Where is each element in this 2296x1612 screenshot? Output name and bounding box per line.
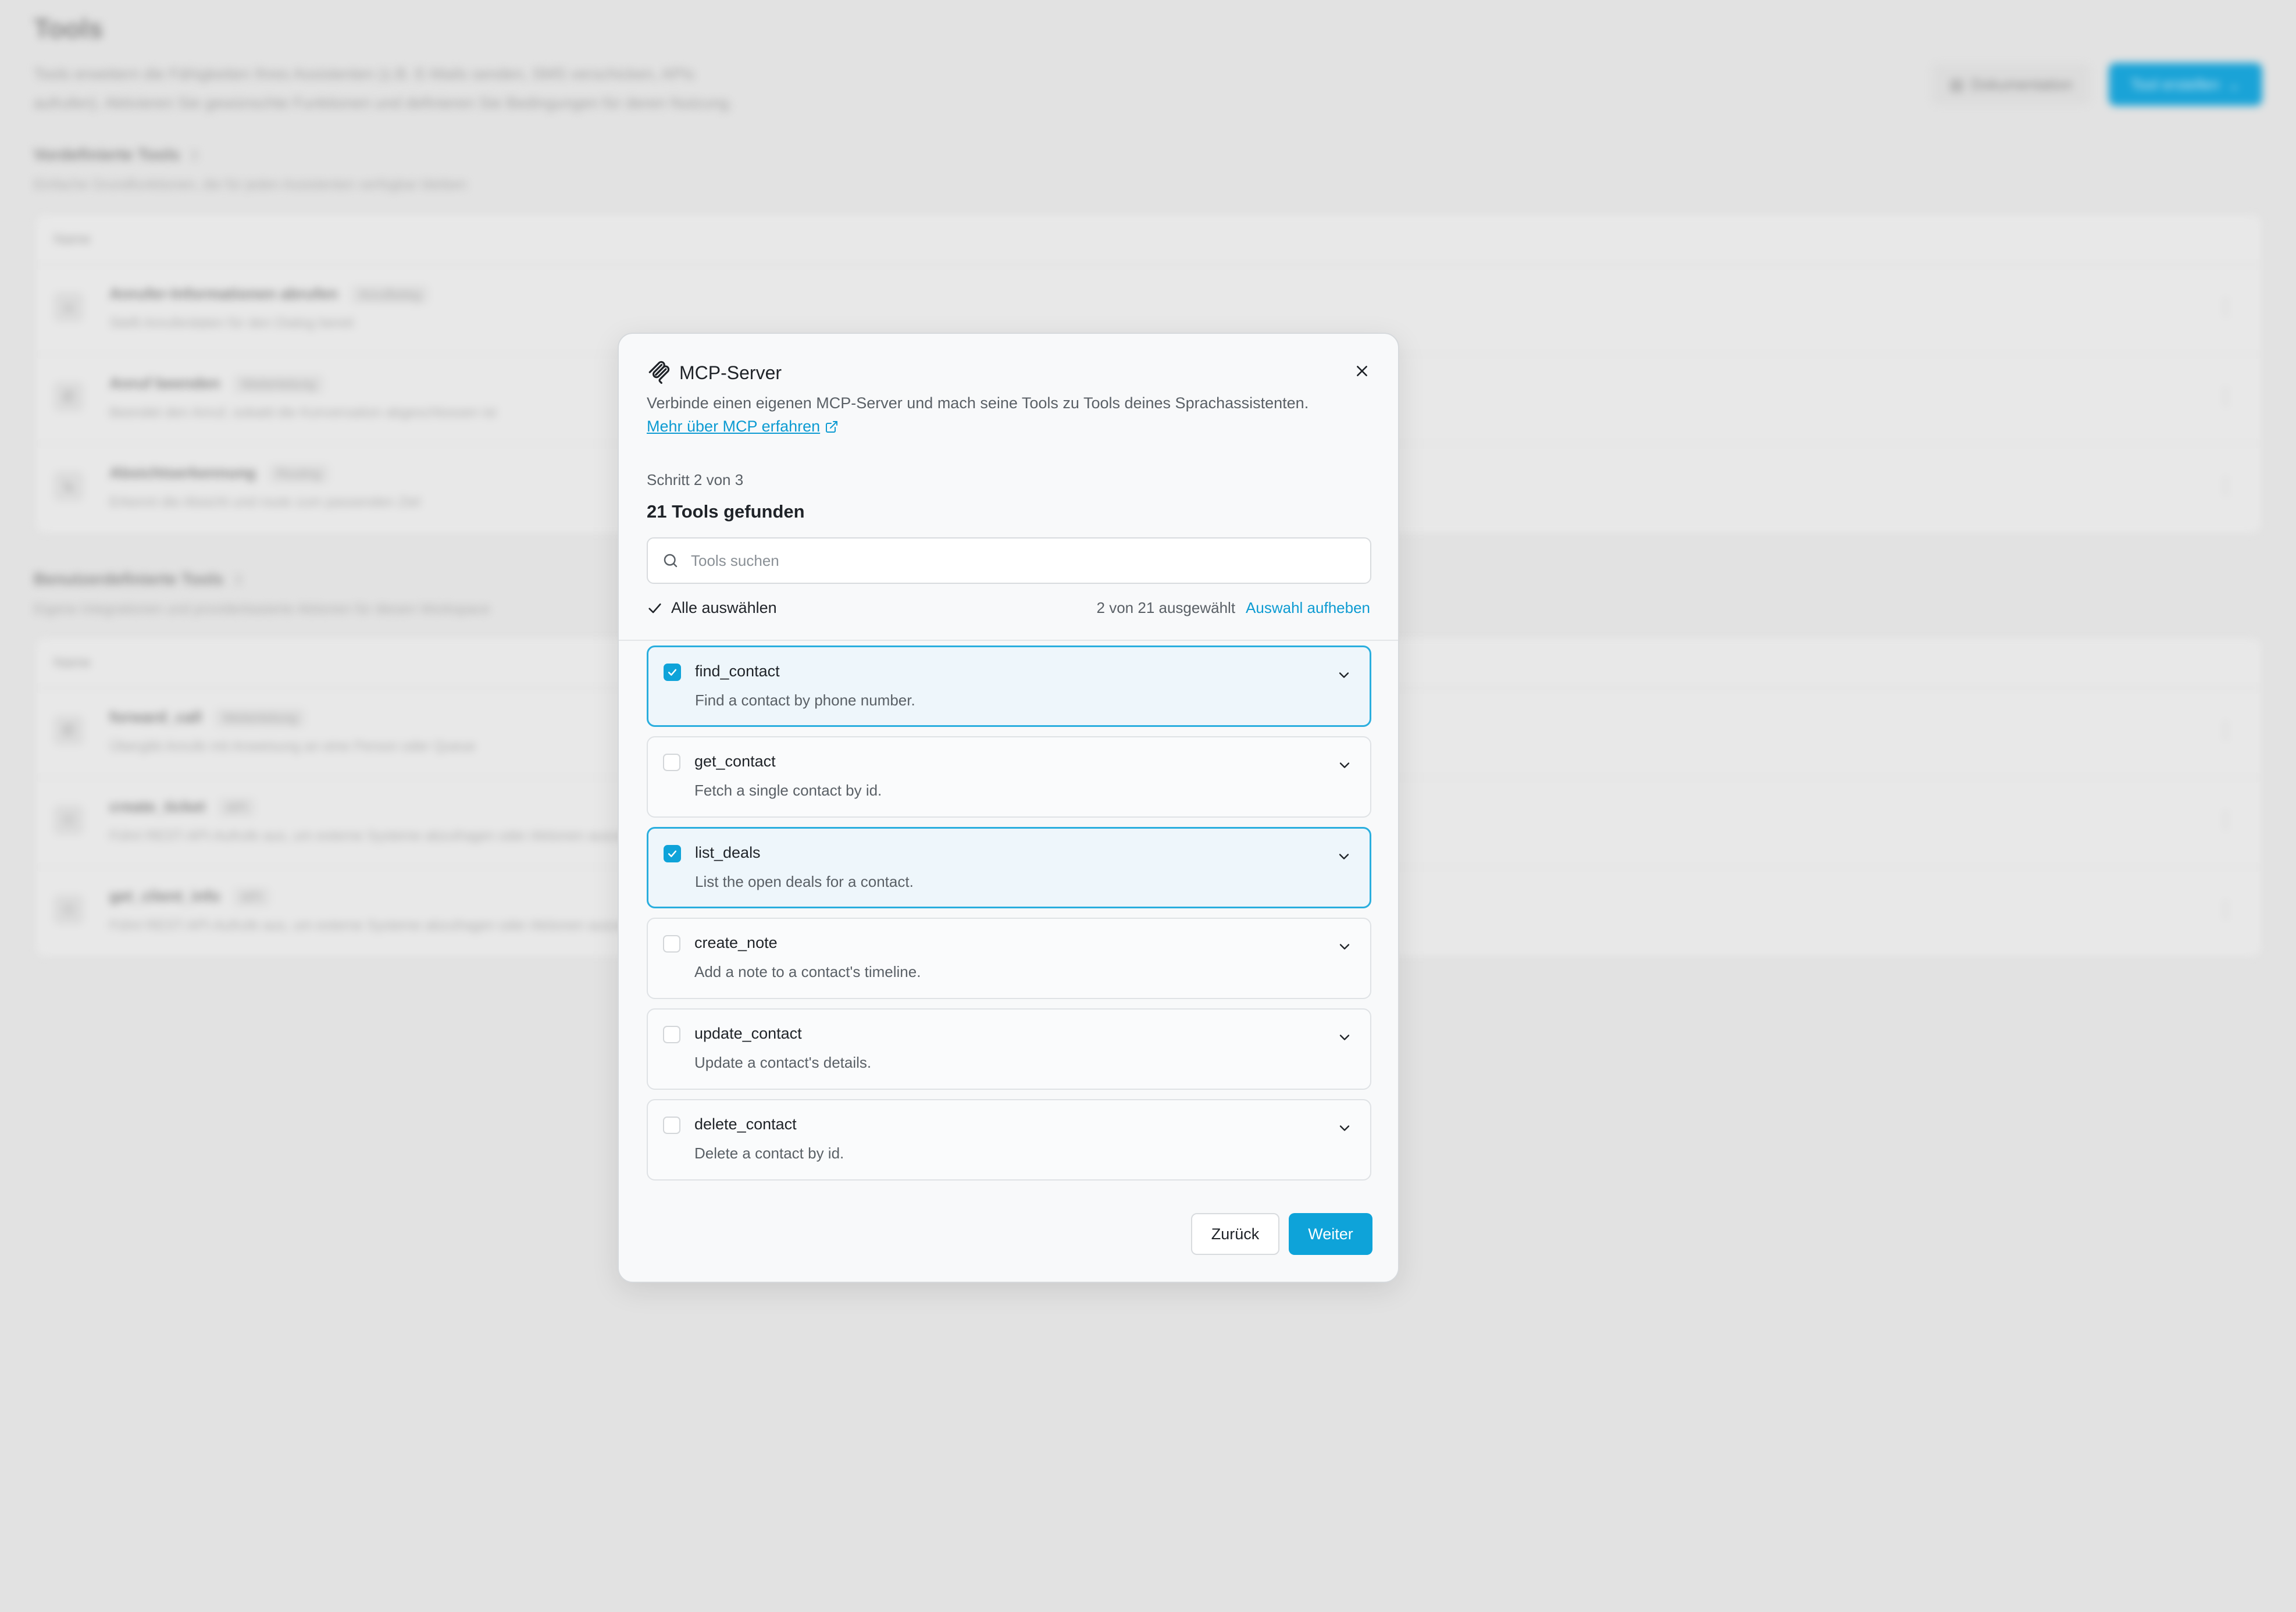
- chevron-down-icon[interactable]: [1336, 757, 1353, 773]
- tool-name: update_contact: [694, 1025, 802, 1042]
- tool-list: find_contact Find a contact by phone num…: [647, 645, 1371, 1190]
- tool-description: Update a contact's details.: [694, 1054, 872, 1071]
- tool-name: find_contact: [695, 662, 780, 680]
- tool-checkbox[interactable]: [663, 754, 680, 771]
- page-intro: Tools erweitern die Fähigkeiten Ihres As…: [34, 65, 733, 112]
- tool-name: get_contact: [694, 752, 776, 770]
- tool-item-find_contact[interactable]: find_contact Find a contact by phone num…: [647, 645, 1371, 727]
- book-icon: ▤: [1949, 75, 1964, 93]
- tool-checkbox[interactable]: [663, 935, 680, 953]
- tools-found-heading: 21 Tools gefunden: [647, 501, 805, 522]
- tool-search[interactable]: [647, 537, 1371, 584]
- tool-checkbox[interactable]: [664, 845, 681, 862]
- search-icon: [664, 554, 678, 568]
- selection-count: 2 von 21 ausgewählt: [1096, 599, 1236, 616]
- chevron-down-icon: ⌄: [2227, 75, 2241, 93]
- user-icon: ☺: [54, 292, 84, 322]
- dialog-header: MCP-Server: [647, 361, 782, 385]
- custom-section-title: Benutzerdefinierte Tools 3: [34, 570, 242, 588]
- selection-summary: 2 von 21 ausgewählt Auswahl aufheben: [1097, 599, 1370, 617]
- chevron-down-icon[interactable]: [1336, 1120, 1353, 1136]
- clear-selection-link[interactable]: Auswahl aufheben: [1246, 599, 1370, 617]
- tool-name: delete_contact: [694, 1115, 797, 1133]
- check-icon: [648, 603, 661, 613]
- table-header: Name: [36, 215, 2261, 265]
- phone-icon: ✆: [54, 381, 84, 412]
- create-tool-button[interactable]: Tool erstellen ⌄: [2109, 63, 2262, 106]
- check-icon: [668, 850, 677, 857]
- learn-more-link[interactable]: Mehr über MCP erfahren: [647, 418, 839, 436]
- tool-item-delete_contact[interactable]: delete_contact Delete a contact by id.: [647, 1099, 1371, 1181]
- globe-icon: ☉: [54, 805, 84, 835]
- search-input[interactable]: [690, 551, 1332, 570]
- more-icon[interactable]: ⋮: [2216, 898, 2236, 921]
- tool-checkbox[interactable]: [664, 664, 681, 681]
- more-icon[interactable]: ⋮: [2216, 385, 2236, 408]
- globe-icon: ☉: [54, 894, 84, 925]
- step-indicator: Schritt 2 von 3: [647, 471, 744, 488]
- check-icon: [668, 669, 677, 676]
- tool-description: Delete a contact by id.: [694, 1144, 844, 1162]
- predefined-section-title: Vordefinierte Tools 3: [34, 145, 198, 163]
- tool-item-create_note[interactable]: create_note Add a note to a contact's ti…: [647, 918, 1371, 999]
- tool-checkbox[interactable]: [663, 1117, 680, 1134]
- back-button[interactable]: Zurück: [1191, 1213, 1279, 1255]
- custom-section-subtitle: Eigene Integrationen und providerbasiert…: [34, 601, 490, 617]
- chevron-down-icon[interactable]: [1336, 848, 1352, 865]
- tool-description: Fetch a single contact by id.: [694, 782, 882, 799]
- next-button[interactable]: Weiter: [1289, 1213, 1372, 1255]
- tool-item-list_deals[interactable]: list_deals List the open deals for a con…: [647, 827, 1371, 908]
- more-icon[interactable]: ⋮: [2216, 475, 2236, 498]
- more-icon[interactable]: ⋮: [2216, 295, 2236, 319]
- tool-checkbox[interactable]: [663, 1026, 680, 1043]
- chevron-down-icon[interactable]: [1336, 667, 1352, 683]
- tool-description: List the open deals for a contact.: [695, 873, 914, 890]
- select-all-toggle[interactable]: Alle auswählen: [647, 599, 777, 617]
- more-icon[interactable]: ⋮: [2216, 719, 2236, 742]
- chevron-down-icon[interactable]: [1336, 1029, 1353, 1046]
- tool-description: Add a note to a contact's timeline.: [694, 963, 921, 980]
- external-link-icon: [826, 420, 838, 433]
- chevron-down-icon[interactable]: [1336, 939, 1353, 955]
- phone-forward-icon: ✆: [54, 715, 84, 746]
- tool-item-update_contact[interactable]: update_contact Update a contact's detail…: [647, 1008, 1371, 1090]
- tool-item-get_contact[interactable]: get_contact Fetch a single contact by id…: [647, 736, 1371, 818]
- predefined-section-subtitle: Einfache Grundfunktionen, die für jeden …: [34, 177, 467, 192]
- more-icon[interactable]: ⋮: [2216, 808, 2236, 832]
- close-icon: [1357, 366, 1367, 376]
- route-icon: ↳: [54, 471, 84, 501]
- close-button[interactable]: [1350, 359, 1374, 383]
- dialog-description: Verbinde einen eigenen MCP-Server und ma…: [647, 394, 1309, 412]
- tool-name: create_note: [694, 934, 778, 951]
- tool-description: Find a contact by phone number.: [695, 691, 915, 709]
- dialog-title: MCP-Server: [679, 362, 782, 383]
- page-title: Tools: [34, 13, 104, 44]
- documentation-button[interactable]: ▤ Dokumentation: [1932, 64, 2090, 105]
- tool-name: list_deals: [695, 844, 761, 861]
- mcp-server-dialog: MCP-Server Verbinde einen eigenen MCP-Se…: [618, 333, 1399, 1283]
- divider: [619, 640, 1398, 641]
- mcp-logo-icon: [648, 361, 670, 384]
